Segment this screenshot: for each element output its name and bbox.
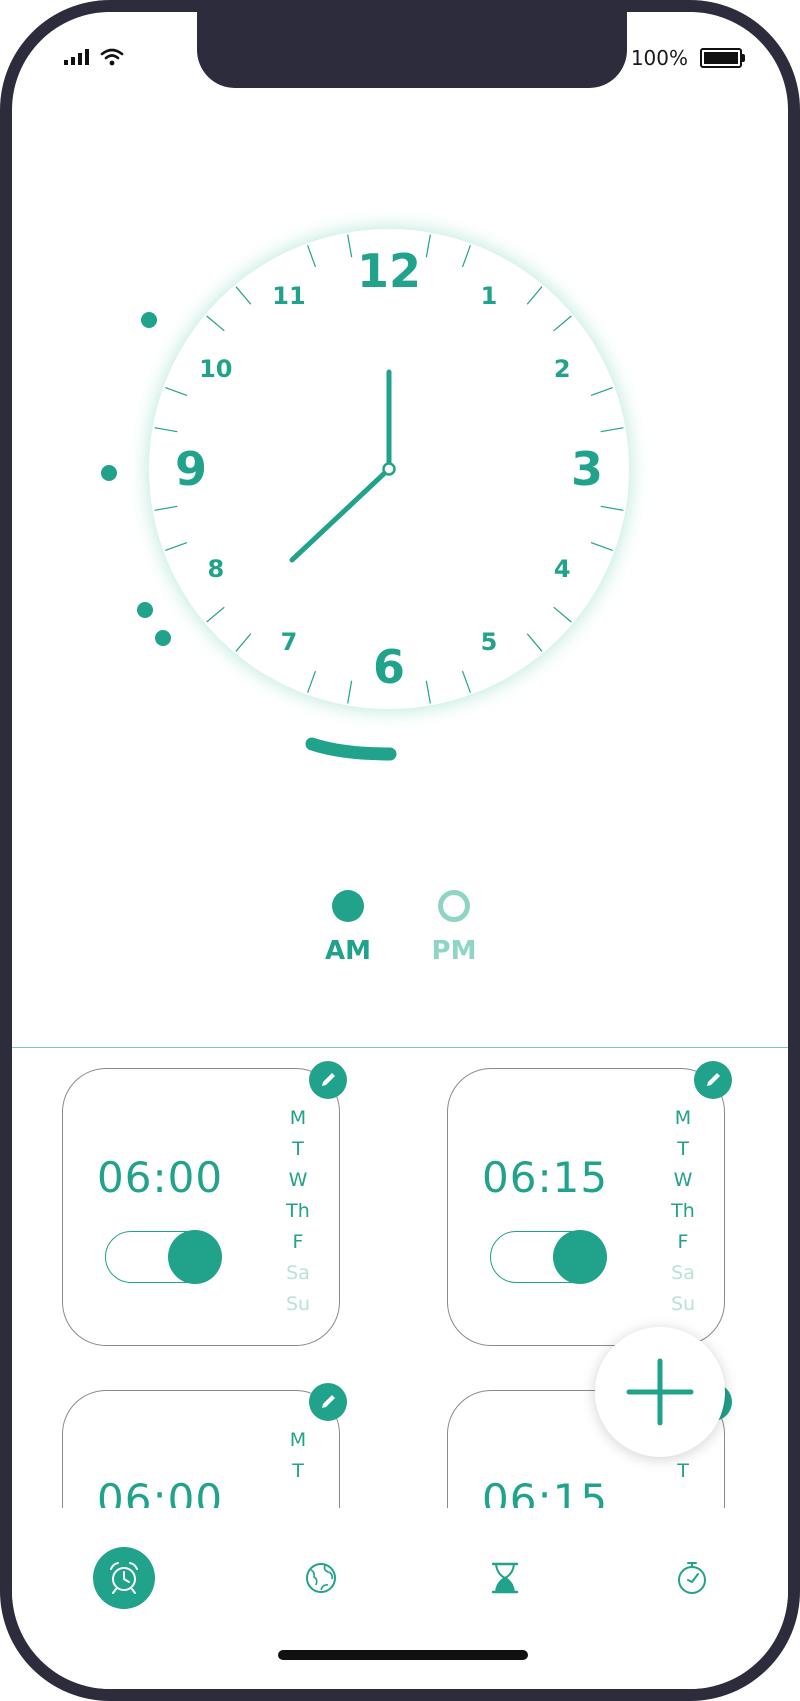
decor-dot: [101, 465, 117, 481]
toggle-knob: [168, 1230, 222, 1284]
alarm-time: 06:15: [482, 1153, 609, 1202]
clock-center: [382, 462, 396, 476]
pencil-icon: [322, 1073, 335, 1086]
day-label[interactable]: F: [658, 1227, 708, 1258]
alarm-toggle[interactable]: [105, 1230, 222, 1284]
day-label[interactable]: W: [273, 1165, 323, 1196]
clock-numeral: 3: [571, 442, 603, 496]
clock-numeral: 12: [357, 244, 421, 298]
day-label[interactable]: M: [273, 1103, 323, 1134]
globe-icon: [306, 1563, 336, 1593]
decor-dot: [137, 602, 153, 618]
clock-numeral: 1: [481, 282, 498, 310]
am-radio[interactable]: [332, 890, 364, 922]
edit-button[interactable]: [309, 1061, 347, 1099]
clock-numeral: 5: [481, 628, 498, 656]
screen: 100% 12 1 2 3 4 5 6 7 8 9 10 11 AM PM 06…: [12, 12, 788, 1689]
alarm-card[interactable]: 06:15 M T W Th F Sa Su: [447, 1061, 732, 1346]
analog-clock: 12 1 2 3 4 5 6 7 8 9 10 11: [12, 12, 788, 912]
edit-button[interactable]: [694, 1061, 732, 1099]
alarm-toggle[interactable]: [490, 1230, 607, 1284]
day-label[interactable]: T: [273, 1134, 323, 1165]
tab-alarm[interactable]: [93, 1547, 155, 1609]
edit-button[interactable]: [309, 1383, 347, 1421]
day-label[interactable]: M: [273, 1425, 323, 1456]
clock-numeral: 6: [373, 640, 405, 694]
clock-numeral: 10: [199, 355, 232, 383]
clock-numeral: 7: [281, 628, 298, 656]
tab-timer[interactable]: [475, 1548, 535, 1608]
alarm-days: M T: [273, 1425, 323, 1487]
day-label[interactable]: W: [658, 1165, 708, 1196]
day-label[interactable]: Th: [658, 1196, 708, 1227]
am-label: AM: [325, 936, 371, 966]
day-label[interactable]: Su: [273, 1289, 323, 1320]
decor-arc: [305, 737, 397, 761]
pencil-icon: [322, 1395, 335, 1408]
decor-dot: [141, 312, 157, 328]
day-label[interactable]: Sa: [658, 1258, 708, 1289]
day-label[interactable]: T: [658, 1456, 708, 1487]
clock-numeral: 4: [554, 555, 571, 583]
clock-numeral: 8: [207, 555, 224, 583]
plus-icon: [626, 1358, 694, 1426]
day-label[interactable]: F: [273, 1227, 323, 1258]
alarm-card[interactable]: 06:00 M T: [62, 1383, 347, 1518]
clock-numeral: 2: [554, 355, 571, 383]
hourglass-icon: [491, 1562, 519, 1594]
alarm-days: M T W Th F Sa Su: [658, 1103, 708, 1320]
pm-radio[interactable]: [438, 890, 470, 922]
alarm-time: 06:00: [97, 1153, 224, 1202]
pencil-icon: [707, 1073, 720, 1086]
stopwatch-icon: [678, 1562, 706, 1594]
add-alarm-button[interactable]: [595, 1327, 725, 1457]
clock-numeral: 9: [175, 442, 207, 496]
day-label[interactable]: M: [658, 1103, 708, 1134]
decor-dot: [155, 630, 171, 646]
alarm-days: M T W Th F Sa Su: [273, 1103, 323, 1320]
alarm-clock-icon: [110, 1562, 138, 1594]
am-option[interactable]: AM: [298, 890, 398, 966]
day-label[interactable]: T: [273, 1456, 323, 1487]
day-label[interactable]: T: [658, 1134, 708, 1165]
clock-numeral: 11: [272, 282, 305, 310]
pm-label: PM: [431, 936, 477, 966]
tab-bar: [12, 1508, 788, 1689]
tab-stopwatch[interactable]: [662, 1548, 722, 1608]
tab-world-clock[interactable]: [291, 1548, 351, 1608]
pm-option[interactable]: PM: [404, 890, 504, 966]
day-label[interactable]: Th: [273, 1196, 323, 1227]
day-label[interactable]: Su: [658, 1289, 708, 1320]
alarm-card[interactable]: 06:00 M T W Th F Sa Su: [62, 1061, 347, 1346]
phone-frame: 100% 12 1 2 3 4 5 6 7 8 9 10 11 AM PM 06…: [0, 0, 800, 1701]
day-label[interactable]: Sa: [273, 1258, 323, 1289]
toggle-knob: [553, 1230, 607, 1284]
home-indicator: [278, 1650, 528, 1660]
